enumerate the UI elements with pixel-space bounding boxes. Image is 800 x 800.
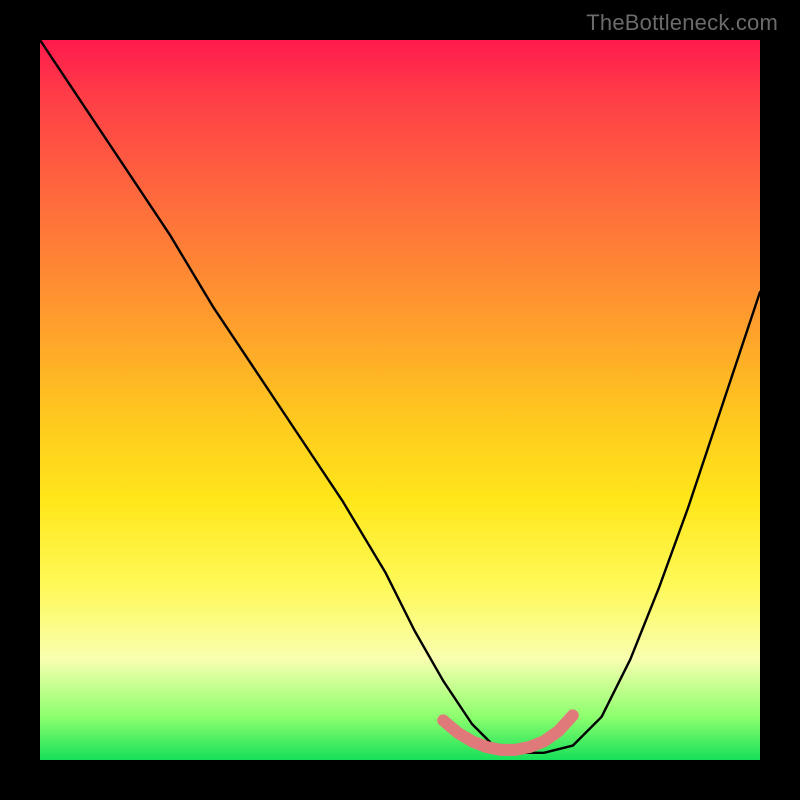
valley-marker-line [443, 715, 573, 750]
bottleneck-curve-line [40, 40, 760, 753]
chart-frame: TheBottleneck.com [0, 0, 800, 800]
chart-svg [40, 40, 760, 760]
watermark-text: TheBottleneck.com [586, 10, 778, 36]
plot-area [40, 40, 760, 760]
